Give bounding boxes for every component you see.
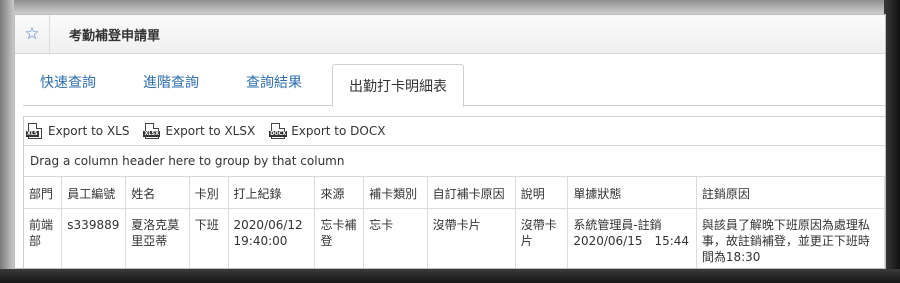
title-bar: ☆ 考勤補登申請單: [15, 15, 885, 54]
column-header[interactable]: 自訂補卡原因: [427, 177, 516, 209]
frame-left: [0, 0, 14, 283]
export-xls-button[interactable]: XLS Export to XLS: [26, 123, 129, 139]
column-header[interactable]: 來源: [314, 177, 365, 209]
tab-bar: 快速查詢 進階查詢 查詢結果 出勤打卡明細表: [15, 54, 885, 107]
cell-card-type: 下班: [189, 208, 229, 268]
column-header[interactable]: 補卡類別: [363, 177, 428, 209]
xls-file-icon: XLS: [26, 123, 42, 139]
column-header[interactable]: 員工編號: [61, 177, 127, 209]
cell-employee-id: s339889: [61, 208, 127, 268]
cell-document-status: 系統管理員-註銷 2020/06/15 15:44: [567, 208, 697, 268]
frame-top: [0, 0, 900, 14]
export-docx-button[interactable]: DOCX Export to DOCX: [269, 123, 385, 139]
tab-search-results[interactable]: 查詢結果: [229, 63, 319, 102]
column-header[interactable]: 姓名: [125, 177, 190, 209]
xlsx-file-icon: XLSX: [143, 123, 160, 139]
column-header[interactable]: 部門: [24, 177, 63, 209]
cell-description: 沒帶卡片: [515, 208, 569, 268]
group-panel[interactable]: Drag a column header here to group by th…: [24, 146, 885, 177]
column-header[interactable]: 打上紀錄: [228, 177, 316, 209]
export-xlsx-button[interactable]: XLSX Export to XLSX: [143, 123, 255, 139]
cell-name: 夏洛克莫里亞蒂: [125, 208, 190, 268]
table-header-row: 部門 員工編號 姓名 卡別 打上紀錄 來源 補卡類別 自訂補卡原因 說明 單據狀…: [24, 177, 885, 209]
attendance-table: 部門 員工編號 姓名 卡別 打上紀錄 來源 補卡類別 自訂補卡原因 說明 單據狀…: [24, 177, 885, 268]
cell-cancel-reason: 與該員了解晚下班原因為處理私事，故註銷補登，並更正下班時間為18:30: [696, 208, 885, 268]
cell-department: 前端部: [24, 208, 63, 268]
export-toolbar: XLS Export to XLS XLSX Export to XLSX DO…: [24, 117, 885, 146]
star-icon[interactable]: ☆: [15, 15, 50, 53]
tab-quick-search[interactable]: 快速查詢: [23, 63, 113, 102]
column-header[interactable]: 說明: [515, 177, 569, 209]
cell-punch-record: 2020/06/12 19:40:00: [228, 208, 316, 268]
cell-makeup-type: 忘卡: [363, 208, 428, 268]
data-grid: XLS Export to XLS XLSX Export to XLSX DO…: [23, 116, 885, 268]
tab-attendance-detail[interactable]: 出勤打卡明細表: [332, 64, 464, 107]
frame-right: [884, 0, 900, 283]
table-row[interactable]: 前端部 s339889 夏洛克莫里亞蒂 下班 2020/06/12 19:40:…: [24, 208, 885, 268]
cell-custom-reason: 沒帶卡片: [427, 208, 516, 268]
cell-source: 忘卡補登: [314, 208, 365, 268]
form-window: ☆ 考勤補登申請單 快速查詢 進階查詢 查詢結果 出勤打卡明細表 XLS Exp…: [14, 14, 886, 269]
frame-bottom: [0, 269, 900, 283]
window-title: 考勤補登申請單: [69, 28, 161, 44]
column-header[interactable]: 註銷原因: [696, 177, 885, 209]
column-header[interactable]: 單據狀態: [567, 177, 697, 209]
column-header[interactable]: 卡別: [189, 177, 229, 209]
tab-advanced-search[interactable]: 進階查詢: [126, 63, 216, 102]
docx-file-icon: DOCX: [269, 123, 288, 139]
